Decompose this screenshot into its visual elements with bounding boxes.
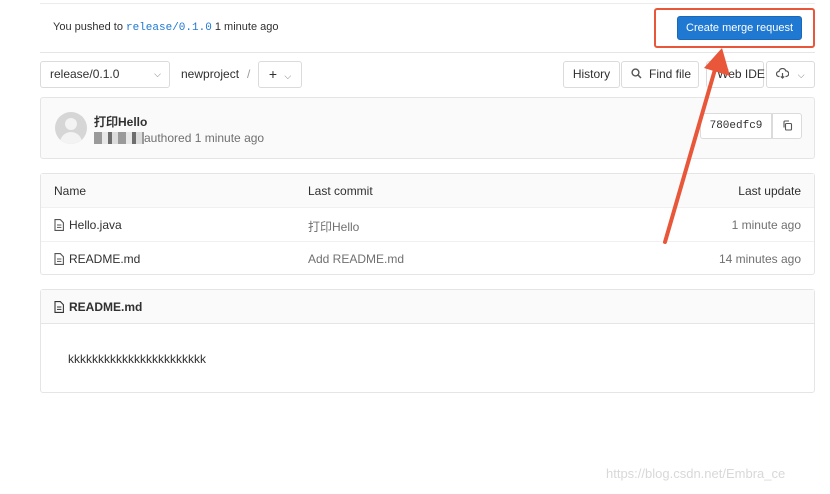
table-header-row: Name Last commit Last update [41,174,814,208]
table-row[interactable]: Hello.java 打印Hello 1 minute ago [41,208,814,242]
file-last-update: 1 minute ago [731,218,801,232]
commit-title-link[interactable]: 打印Hello [94,113,147,130]
column-header-name: Name [54,184,87,198]
file-last-update: 14 minutes ago [718,252,801,266]
find-file-button[interactable]: Find file [621,61,699,88]
commit-sha[interactable]: 780edfc9 [700,113,772,139]
watermark: https://blog.csdn.net/Embra_ce [606,466,786,481]
create-merge-request-button[interactable]: Create merge request [677,16,802,40]
column-header-last-update: Last update [738,184,801,198]
breadcrumb-project[interactable]: newproject [181,67,239,81]
avatar[interactable] [55,112,87,144]
redacted-author-name [94,132,144,144]
chevron-down-icon: ⌵ [797,70,805,80]
readme-content: kkkkkkkkkkkkkkkkkkkkkkk [68,352,206,366]
push-message: You pushed to release/0.1.0 1 minute ago [53,21,278,34]
download-dropdown-button[interactable]: ⌵ [766,61,815,88]
plus-icon: + [268,66,277,82]
file-icon [54,253,64,268]
file-icon [54,219,64,234]
branch-selector-label: release/0.1.0 [50,67,120,81]
readme-title-text: README.md [69,300,143,314]
last-commit-panel: 打印Hello authored 1 minute ago 780edfc9 [40,97,815,159]
file-name: README.md [69,252,141,266]
readme-header: README.md [41,290,814,324]
find-file-label: Find file [649,67,692,81]
file-tree-table: Name Last commit Last update Hello.java … [40,173,815,275]
web-ide-button[interactable]: Web IDE [706,61,765,88]
search-icon [631,62,642,87]
file-last-commit-link[interactable]: 打印Hello [308,218,359,235]
commit-authored-time: authored 1 minute ago [144,131,265,145]
history-button[interactable]: History [563,61,620,88]
add-dropdown-button[interactable]: + ⌵ [258,61,302,88]
chevron-down-icon: ⌵ [284,71,292,81]
file-last-commit-link[interactable]: Add README.md [308,252,404,266]
readme-title: README.md [54,300,142,316]
copy-icon [782,119,793,133]
chevron-down-icon: ⌵ [154,69,161,79]
web-ide-label: Web IDE [717,67,765,81]
breadcrumb-separator: / [247,67,251,81]
download-icon [776,67,792,81]
file-icon [54,301,64,316]
commit-author-meta: authored 1 minute ago [94,131,264,145]
branch-selector[interactable]: release/0.1.0 ⌵ [40,61,170,88]
pushed-branch-link[interactable]: release/0.1.0 [126,22,212,34]
readme-panel: README.md kkkkkkkkkkkkkkkkkkkkkkk [40,289,815,393]
file-name: Hello.java [69,218,122,232]
push-text-before: You pushed to [53,21,126,33]
column-header-last-commit: Last commit [308,184,373,198]
file-name-link[interactable]: README.md [54,252,140,268]
table-row[interactable]: README.md Add README.md 14 minutes ago [41,242,814,276]
repository-toolbar: release/0.1.0 ⌵ newproject / + ⌵ History… [40,61,815,89]
push-text-after: 1 minute ago [211,21,279,33]
file-name-link[interactable]: Hello.java [54,218,122,234]
copy-sha-button[interactable] [772,113,802,139]
